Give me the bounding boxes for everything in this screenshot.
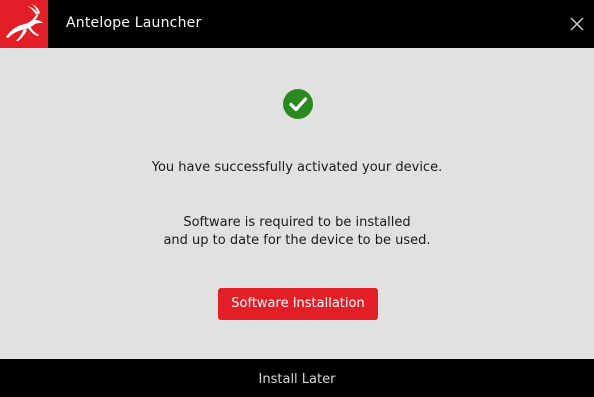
software-installation-button[interactable]: Software Installation	[218, 288, 378, 320]
launcher-window: Antelope Launcher You have successfully …	[0, 0, 594, 397]
checkmark-circle-icon	[282, 88, 314, 120]
requirement-line-1: Software is required to be installed	[183, 215, 411, 230]
success-message: You have successfully activated your dev…	[151, 160, 443, 175]
app-title: Antelope Launcher	[66, 15, 202, 31]
antelope-logo-icon	[0, 0, 48, 48]
close-icon	[570, 17, 584, 31]
title-bar: Antelope Launcher	[0, 0, 594, 48]
requirement-message: Software is required to be installed and…	[0, 214, 594, 250]
install-later-button[interactable]: Install Later	[0, 359, 594, 397]
requirement-line-2: and up to date for the device to be used…	[163, 233, 431, 248]
close-button[interactable]	[566, 13, 588, 35]
footer-bar: Install Later	[0, 359, 594, 397]
